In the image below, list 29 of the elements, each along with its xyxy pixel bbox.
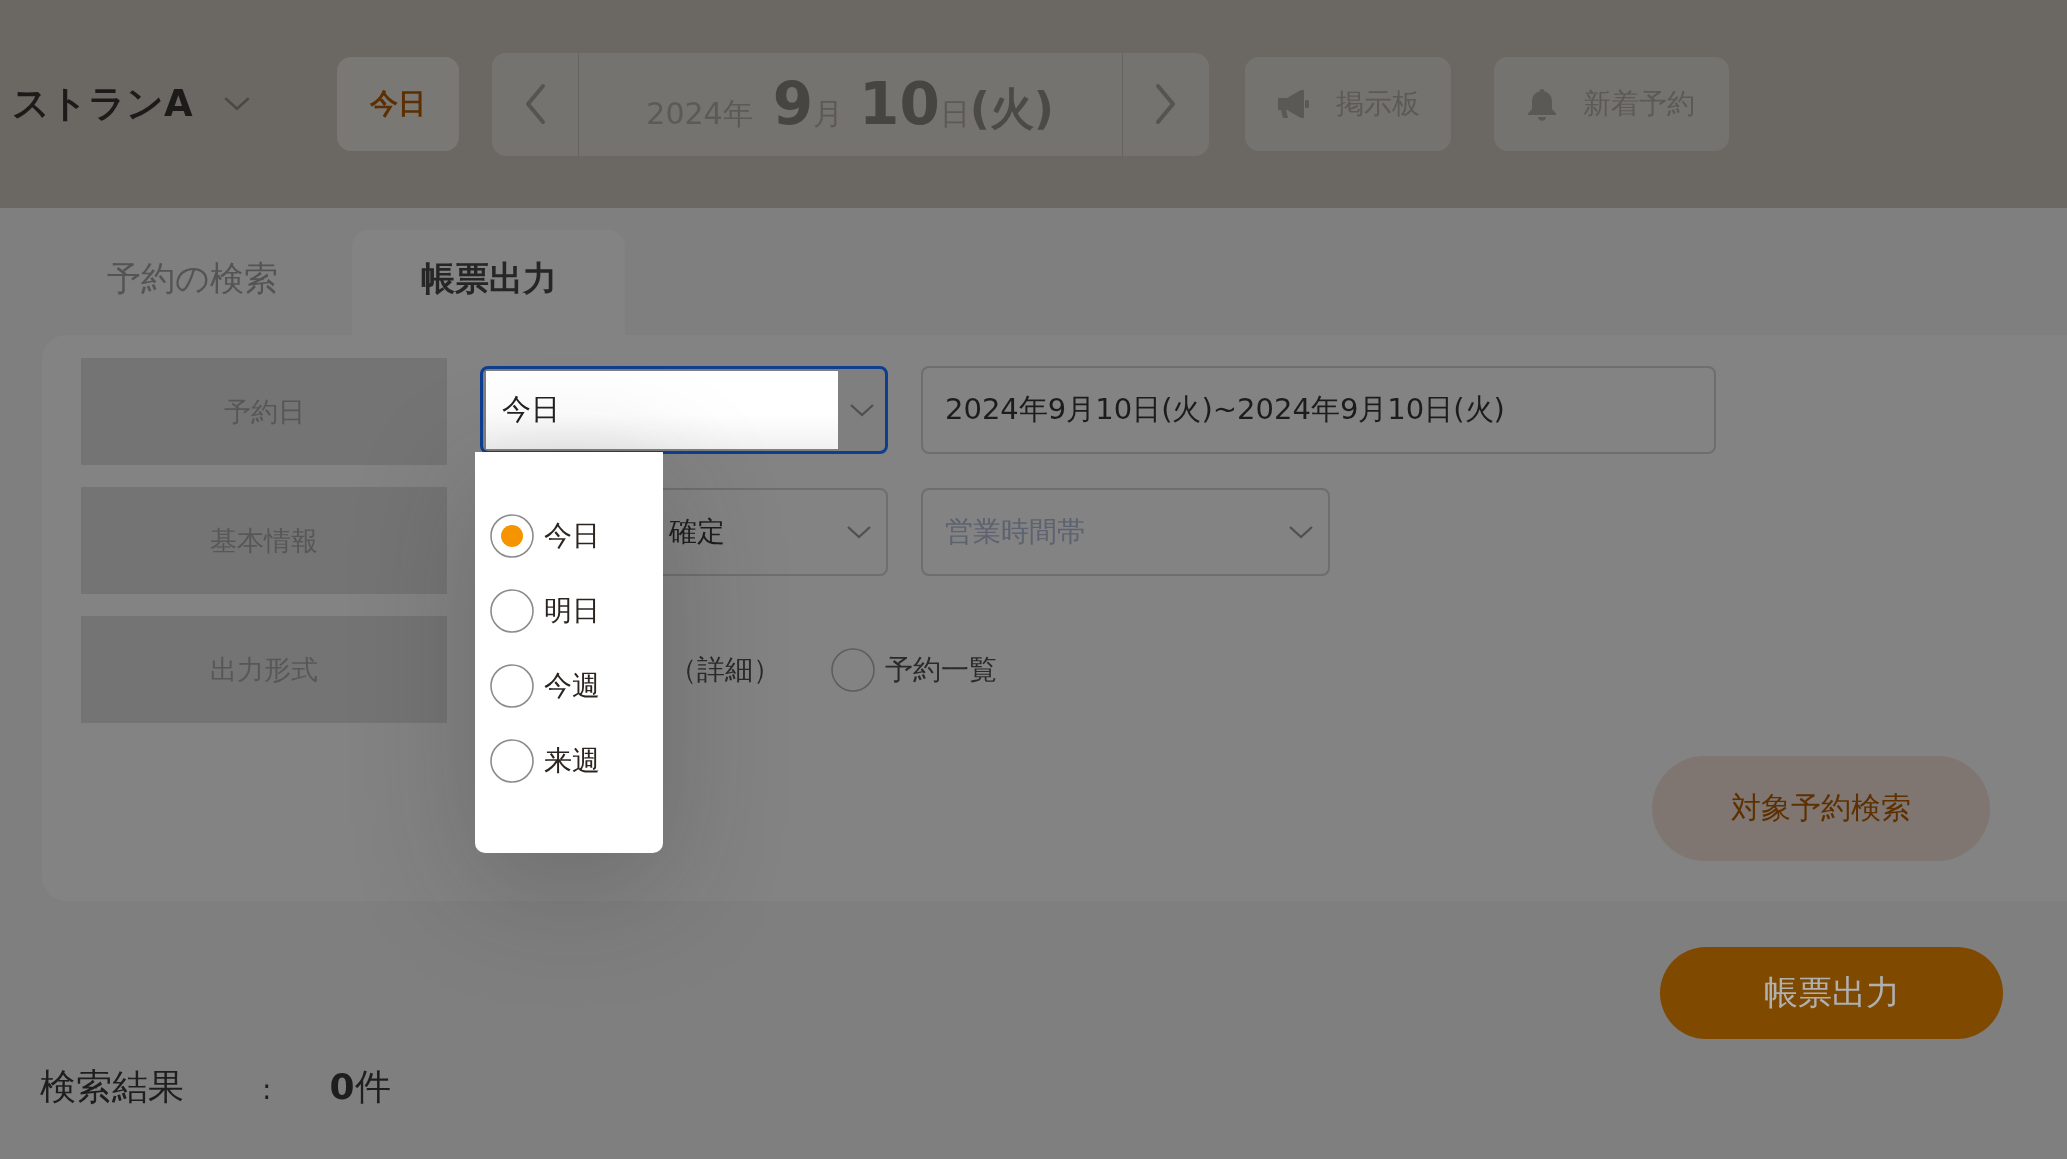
radio-icon[interactable] [490, 513, 534, 558]
radio-icon[interactable] [490, 588, 534, 633]
export-button[interactable]: 帳票出力 [1660, 947, 2003, 1039]
megaphone-icon [1275, 87, 1310, 121]
radio-label[interactable]: 明日 [544, 591, 600, 630]
radio-label[interactable]: 今週 [544, 666, 600, 705]
radio-label[interactable]: （詳細） [669, 650, 781, 689]
radio-label[interactable]: 今日 [544, 516, 600, 555]
chevron-right-icon [1154, 83, 1177, 125]
radio-label[interactable]: 来週 [544, 741, 600, 780]
radio-icon[interactable] [490, 738, 534, 783]
chevron-down-icon [846, 525, 872, 539]
result-count: 0件 [329, 1065, 391, 1109]
chevron-down-icon [1288, 525, 1314, 539]
result-label: 検索結果 [40, 1065, 184, 1109]
search-button[interactable]: 対象予約検索 [1652, 756, 1990, 861]
chevron-down-icon [848, 403, 875, 417]
radio-label[interactable]: 予約一覧 [885, 650, 997, 689]
radio-icon[interactable] [490, 663, 534, 708]
restaurant-dropdown[interactable]: ストランA [12, 79, 251, 129]
today-button[interactable]: 今日 [336, 57, 459, 151]
separator-text: : [262, 1073, 272, 1106]
radio-icon[interactable] [831, 647, 875, 692]
bell-icon [1527, 87, 1558, 121]
chevron-down-icon [222, 96, 251, 112]
chevron-left-icon [523, 83, 546, 125]
tab[interactable]: 帳票出力 [352, 230, 625, 335]
date-preset-select[interactable]: 今日 [480, 366, 888, 454]
date-range-field[interactable]: 2024年9月10日(火)~2024年9月10日(火) [921, 366, 1716, 454]
